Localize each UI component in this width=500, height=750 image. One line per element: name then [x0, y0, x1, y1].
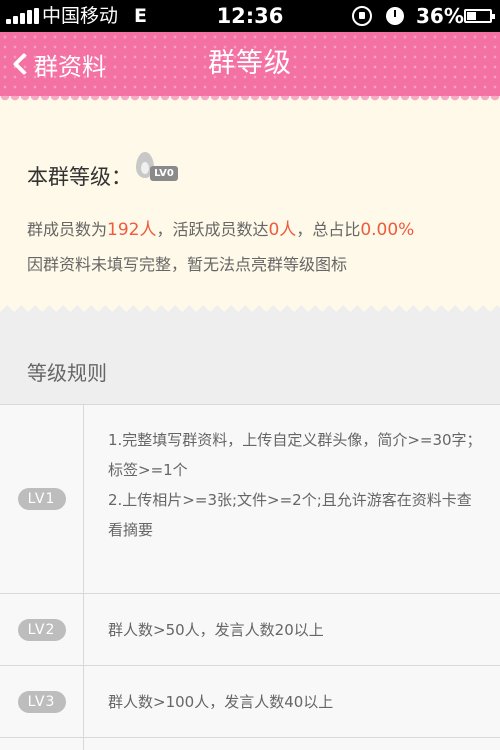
rule-row-lv3: LV3 群人数>100人，发言人数40以上 [0, 666, 500, 738]
level-pill: LV1 [17, 488, 66, 510]
member-stats: 群成员数为192人，活跃成员数达0人，总占比0.00% [27, 215, 414, 240]
back-button-label: 群资料 [34, 52, 106, 81]
chevron-left-icon [12, 52, 36, 76]
rule-line: 标签>=1个 [108, 461, 188, 479]
rule-line: 2.上传相片>=3张;文件>=2个;且允许游客在资料卡查 [108, 491, 472, 509]
battery-percent: 36% [416, 4, 464, 28]
status-bar: 中国移动 E 12:36 36% [0, 0, 500, 32]
rule-line: 群人数>50人，发言人数20以上 [108, 621, 324, 639]
notice-text: 因群资料未填写完整，暂无法点亮群等级图标 [27, 255, 348, 274]
rules-table: LV1 1.完整填写群资料，上传自定义群头像，简介>=30字； 标签>=1个 2… [0, 404, 500, 750]
alarm-clock-icon [386, 7, 404, 25]
rule-description: 群人数>100人，发言人数40以上 [108, 687, 333, 717]
level-pill: LV3 [17, 690, 66, 713]
rotation-lock-icon [352, 6, 372, 26]
rule-description: 1.完整填写群资料，上传自定义群头像，简介>=30字； 标签>=1个 2.上传相… [108, 425, 482, 545]
rule-line: 群人数>100人，发言人数40以上 [108, 693, 334, 711]
rule-row-partial [0, 738, 500, 750]
nav-header: 群等级 群资料 [0, 32, 500, 96]
lace-divider [0, 96, 500, 106]
stats-ratio-label: ，总占比 [296, 220, 361, 239]
rule-description: 群人数>50人，发言人数20以上 [108, 615, 324, 645]
level-flame-icon: LV0 [134, 152, 180, 184]
active-ratio: 0.00% [360, 220, 415, 240]
rule-level-cell: LV2 [0, 594, 84, 665]
battery-icon [464, 9, 495, 23]
rule-row-lv2: LV2 群人数>50人，发言人数20以上 [0, 594, 500, 666]
member-count: 192人 [107, 220, 157, 240]
rule-level-cell [0, 738, 84, 750]
level-badge: LV0 [150, 166, 178, 181]
stats-prefix: 群成员数为 [27, 220, 108, 239]
rules-title: 等级规则 [27, 361, 107, 385]
rule-level-cell: LV3 [0, 666, 84, 737]
group-level-label: 本群等级： [27, 165, 132, 189]
zigzag-edge [0, 298, 500, 312]
rule-level-cell: LV1 [0, 405, 84, 593]
level-pill: LV2 [17, 618, 66, 641]
stats-mid: ，活跃成员数达 [156, 220, 269, 239]
back-button[interactable]: 群资料 [8, 46, 106, 82]
rule-line: 1.完整填写群资料，上传自定义群头像，简介>=30字； [108, 431, 482, 449]
rule-row-lv1: LV1 1.完整填写群资料，上传自定义群头像，简介>=30字； 标签>=1个 2… [0, 405, 500, 594]
rule-line: 看摘要 [108, 521, 154, 539]
active-count: 0人 [268, 220, 297, 240]
